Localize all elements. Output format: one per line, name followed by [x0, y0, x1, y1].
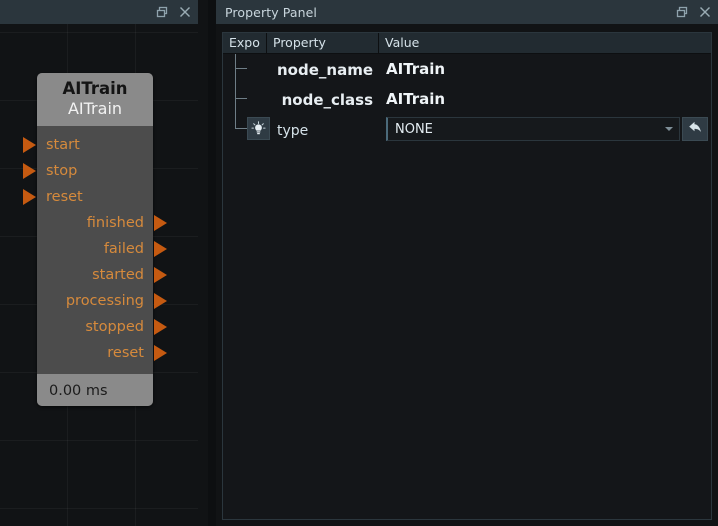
restore-icon[interactable] — [672, 2, 692, 22]
node-title: AITrain — [62, 79, 128, 98]
port-triangle-icon — [154, 319, 167, 335]
panel-splitter[interactable] — [208, 0, 216, 526]
property-table: Expo Property Value node_name AITrain no… — [222, 32, 712, 520]
node-output-port-processing[interactable]: processing — [37, 288, 167, 314]
port-label: reset — [46, 188, 83, 205]
tree-branch-icon — [235, 68, 247, 69]
row-value-cell[interactable]: AITrain — [379, 60, 711, 78]
node-output-port-started[interactable]: started — [37, 262, 167, 288]
port-label: start — [46, 136, 80, 153]
column-header-value[interactable]: Value — [379, 33, 711, 53]
port-triangle-icon — [154, 345, 167, 361]
row-property-cell: node_name — [267, 60, 379, 79]
node-output-port-reset[interactable]: reset — [37, 340, 167, 366]
property-value: AITrain — [386, 90, 446, 108]
bulb-icon[interactable] — [247, 117, 270, 140]
node-footer: 0.00 ms — [37, 374, 153, 406]
row-value-cell[interactable]: AITrain — [379, 90, 711, 108]
port-triangle-icon — [23, 137, 36, 153]
node-exec-time: 0.00 ms — [49, 383, 108, 399]
combobox-value: NONE — [395, 121, 433, 137]
tree-branch-icon — [235, 98, 247, 99]
property-name: type — [277, 122, 309, 139]
node-output-port-finished[interactable]: finished — [37, 210, 167, 236]
application-window: AITrain AITrain start stop reset finishe… — [0, 0, 718, 526]
graph-editor-panel: AITrain AITrain start stop reset finishe… — [0, 0, 198, 526]
node-input-port-stop[interactable]: stop — [23, 158, 153, 184]
node-aitrain[interactable]: AITrain AITrain start stop reset finishe… — [23, 73, 167, 406]
property-panel-titlebar: Property Panel — [216, 0, 718, 24]
node-graph-canvas[interactable]: AITrain AITrain start stop reset finishe… — [0, 24, 198, 526]
node-header[interactable]: AITrain AITrain — [37, 73, 153, 126]
node-body: start stop reset finished failed started… — [23, 126, 167, 370]
property-panel-title: Property Panel — [225, 4, 317, 20]
chevron-down-icon[interactable] — [665, 127, 673, 131]
node-output-port-failed[interactable]: failed — [37, 236, 167, 262]
table-row[interactable]: node_name AITrain — [223, 54, 711, 84]
port-triangle-icon — [154, 215, 167, 231]
table-row[interactable]: node_class AITrain — [223, 84, 711, 114]
property-value: AITrain — [386, 60, 446, 78]
type-combobox[interactable]: NONE — [386, 117, 680, 141]
port-triangle-icon — [154, 267, 167, 283]
close-icon[interactable] — [695, 2, 715, 22]
tree-branch-icon — [235, 128, 247, 129]
property-name: node_class — [281, 90, 373, 109]
node-input-port-start[interactable]: start — [23, 132, 153, 158]
table-row[interactable]: type NONE — [223, 114, 711, 144]
restore-icon[interactable] — [152, 2, 172, 22]
port-triangle-icon — [23, 189, 36, 205]
close-icon[interactable] — [175, 2, 195, 22]
node-output-port-stopped[interactable]: stopped — [37, 314, 167, 340]
port-label: stopped — [85, 318, 144, 335]
row-property-cell: node_class — [267, 90, 379, 109]
row-value-cell[interactable]: NONE — [379, 117, 711, 141]
row-expo-cell — [223, 54, 267, 84]
port-label: started — [92, 266, 144, 283]
port-label: processing — [65, 292, 144, 309]
node-input-port-reset[interactable]: reset — [23, 184, 153, 210]
port-label: stop — [46, 162, 78, 179]
graph-window-buttons — [152, 2, 198, 22]
property-window-buttons — [672, 2, 718, 22]
port-triangle-icon — [154, 241, 167, 257]
port-triangle-icon — [154, 293, 167, 309]
property-name: node_name — [277, 60, 373, 79]
port-label: reset — [107, 344, 144, 361]
row-property-cell: type — [267, 120, 379, 139]
row-expo-cell — [223, 114, 270, 144]
property-table-rows: node_name AITrain node_class AITrain typ… — [223, 54, 711, 144]
node-subtitle: AITrain — [67, 99, 123, 118]
row-expo-cell — [223, 84, 267, 114]
port-label: failed — [103, 240, 144, 257]
property-panel-body: Expo Property Value node_name AITrain no… — [216, 24, 718, 526]
column-header-property[interactable]: Property — [267, 33, 379, 53]
port-triangle-icon — [23, 163, 36, 179]
port-label: finished — [86, 214, 144, 231]
graph-panel-titlebar — [0, 0, 198, 24]
revert-icon[interactable] — [682, 117, 708, 141]
property-table-header: Expo Property Value — [223, 33, 711, 54]
column-header-expo[interactable]: Expo — [223, 33, 267, 53]
